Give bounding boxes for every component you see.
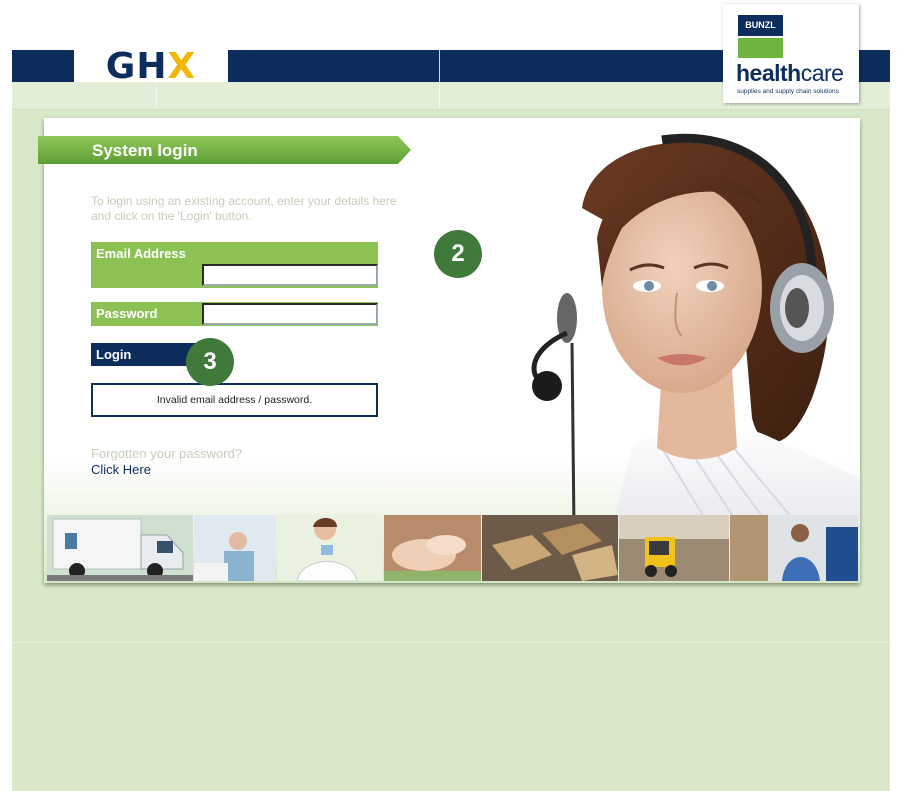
password-label: Password xyxy=(96,306,158,321)
page-band-divider xyxy=(12,642,890,643)
password-input[interactable] xyxy=(202,303,378,325)
support-agent-photo xyxy=(512,118,860,530)
step-marker-number: 2 xyxy=(451,240,465,267)
email-field-group: Email Address xyxy=(91,242,378,288)
ghx-logo: GHX xyxy=(74,46,228,87)
error-message-box: Invalid email address / password. xyxy=(91,383,378,417)
truck-image xyxy=(47,515,193,581)
boxes-image xyxy=(482,515,618,581)
healthcare-word-bold: health xyxy=(736,60,801,86)
step-marker-2: 2 xyxy=(434,230,482,278)
subbar-divider xyxy=(439,82,440,109)
login-instructions: To login using an existing account, ente… xyxy=(91,194,397,223)
warehouse-image xyxy=(619,515,729,581)
email-input[interactable] xyxy=(202,264,378,286)
bunzl-logo-box: BUNZL xyxy=(738,15,783,36)
bunzl-healthcare-logo: BUNZL healthcare supplies and supply cha… xyxy=(723,4,859,103)
page-title: System login xyxy=(92,141,198,160)
forgot-password-text: Forgotten your password? xyxy=(91,446,243,461)
bunzl-logo-green-box xyxy=(738,38,783,58)
error-message: Invalid email address / password. xyxy=(156,394,313,406)
step-marker-3: 3 xyxy=(186,338,234,386)
login-title-banner: System login xyxy=(38,136,411,164)
healthcare-wordmark: healthcare xyxy=(736,60,844,87)
forgot-password-link[interactable]: Click Here xyxy=(91,462,151,477)
email-label: Email Address xyxy=(96,246,186,261)
ghx-logo-text: GHX xyxy=(105,45,197,87)
password-field-group: Password xyxy=(91,302,378,326)
header-divider xyxy=(439,50,440,82)
doctor-image xyxy=(277,515,383,581)
patient-care-image xyxy=(194,515,276,581)
healthcare-word-light: care xyxy=(800,60,844,86)
step-marker-number: 3 xyxy=(203,348,217,375)
worker-image xyxy=(730,515,858,581)
ghx-logo-x: X xyxy=(167,45,197,87)
bunzl-tagline: supplies and supply chain solutions xyxy=(737,88,839,95)
hands-image xyxy=(384,515,481,581)
